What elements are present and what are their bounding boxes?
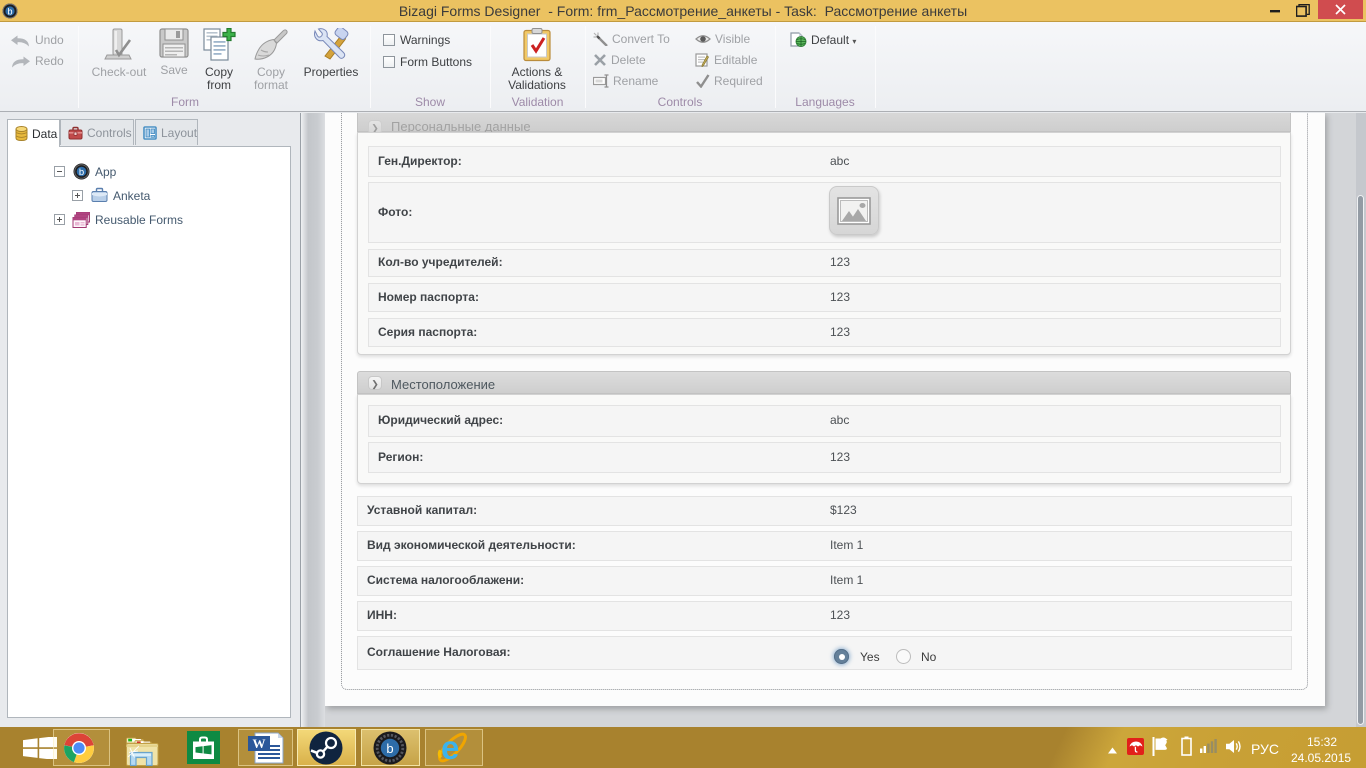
svg-text:e: e xyxy=(441,732,459,764)
svg-text:b: b xyxy=(79,167,84,178)
svg-text:b: b xyxy=(386,741,393,756)
svg-text:W: W xyxy=(253,736,266,751)
